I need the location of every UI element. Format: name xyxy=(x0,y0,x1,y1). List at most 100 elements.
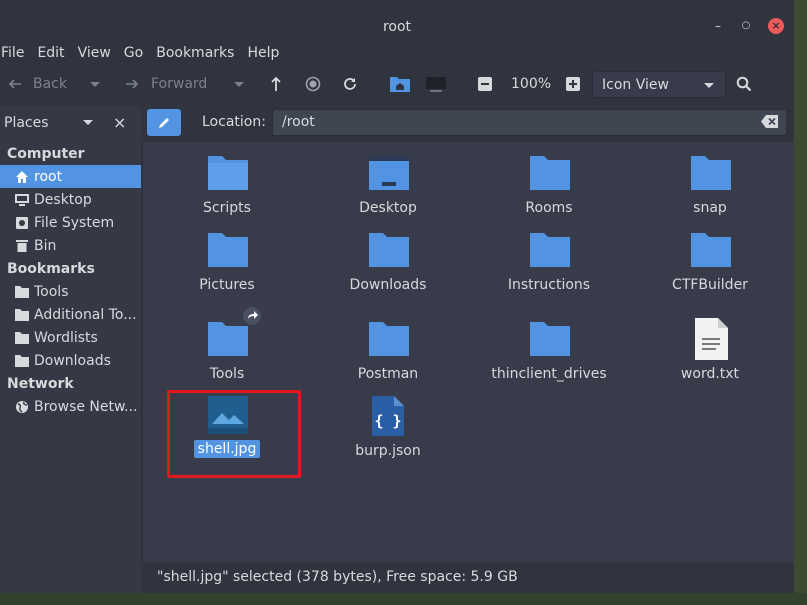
folder-icon xyxy=(691,156,731,190)
back-button[interactable]: Back xyxy=(8,66,67,102)
file-item-scripts[interactable]: Scripts xyxy=(147,152,307,222)
file-label: CTFBuilder xyxy=(672,277,748,293)
arrow-up-icon xyxy=(271,76,281,91)
file-item-pictures[interactable]: Pictures xyxy=(147,229,307,299)
menu-bookmarks[interactable]: Bookmarks xyxy=(155,45,241,61)
svg-text:{ }: { } xyxy=(374,412,401,430)
back-label: Back xyxy=(33,76,67,92)
chevron-down-icon xyxy=(90,81,100,87)
minimize-button[interactable]: – xyxy=(710,18,726,34)
folder-icon xyxy=(14,353,30,369)
section-computer: Computer xyxy=(7,146,85,162)
clear-location-icon[interactable] xyxy=(761,115,778,128)
stop-icon xyxy=(305,76,321,92)
file-item-instructions[interactable]: Instructions xyxy=(469,229,629,299)
view-mode-select[interactable]: Icon View xyxy=(592,71,726,98)
file-label: word.txt xyxy=(680,366,740,382)
folder-icon xyxy=(14,330,30,346)
close-sidebar-icon[interactable]: × xyxy=(113,113,126,132)
file-label: Pictures xyxy=(199,277,255,293)
location-input[interactable]: /root xyxy=(272,109,787,136)
folder-home-icon xyxy=(390,77,410,92)
forward-button[interactable]: Forward xyxy=(125,66,207,102)
view-mode-value: Icon View xyxy=(602,76,669,93)
forward-history-dropdown[interactable] xyxy=(234,66,244,102)
file-label: thinclient_drives xyxy=(491,366,607,382)
zoom-level: 100% xyxy=(511,76,552,92)
arrow-right-icon xyxy=(126,79,139,89)
zoom-out-button[interactable] xyxy=(478,66,492,102)
sidebar-item-label: File System xyxy=(34,214,115,231)
sidebar-item-desktop[interactable]: Desktop xyxy=(0,188,141,211)
trash-icon xyxy=(14,238,30,254)
folder-icon xyxy=(14,307,30,323)
home-location-button[interactable] xyxy=(389,66,411,102)
file-item-tools[interactable]: Tools xyxy=(147,306,307,388)
file-item-rooms[interactable]: Rooms xyxy=(469,152,629,222)
places-dropdown-icon[interactable] xyxy=(83,120,93,125)
sidebar-item-label: Bin xyxy=(34,237,57,254)
file-item-burp-json[interactable]: { } burp.json xyxy=(308,396,468,466)
text-file-icon xyxy=(695,318,728,360)
desktop-folder-icon xyxy=(369,156,409,190)
file-item-ctfbuilder[interactable]: CTFBuilder xyxy=(630,229,790,299)
minus-icon xyxy=(478,77,492,91)
pencil-icon xyxy=(159,117,169,128)
menu-help[interactable]: Help xyxy=(246,45,286,61)
sidebar-item-tools[interactable]: Tools xyxy=(0,280,141,303)
back-history-dropdown[interactable] xyxy=(90,66,100,102)
file-label: Tools xyxy=(209,366,245,382)
titlebar: root – ○ × xyxy=(0,0,794,40)
location-label: Location: xyxy=(202,114,266,130)
monitor-icon xyxy=(426,77,446,92)
file-item-word-txt[interactable]: word.txt xyxy=(630,306,790,388)
computer-location-button[interactable] xyxy=(425,66,447,102)
sidebar-item-downloads[interactable]: Downloads xyxy=(0,349,141,372)
toggle-location-edit-button[interactable] xyxy=(147,109,181,136)
file-label: Rooms xyxy=(525,200,573,216)
zoom-in-button[interactable] xyxy=(566,66,580,102)
maximize-button[interactable]: ○ xyxy=(738,18,754,34)
close-window-button[interactable]: × xyxy=(768,18,784,34)
folder-icon xyxy=(14,284,30,300)
menu-go[interactable]: Go xyxy=(123,45,150,61)
file-label: Scripts xyxy=(203,200,251,216)
toolbar: Back Forward 100% Icon View xyxy=(0,66,794,102)
plus-icon xyxy=(566,77,580,91)
menu-file[interactable]: File xyxy=(0,45,31,61)
stop-button[interactable] xyxy=(305,66,321,102)
file-item-postman[interactable]: Postman xyxy=(308,306,468,388)
up-button[interactable] xyxy=(269,66,283,102)
sidebar-item-file-system[interactable]: File System xyxy=(0,211,141,234)
desktop-background-bottom xyxy=(0,593,807,605)
arrow-left-icon xyxy=(8,79,21,89)
menu-view[interactable]: View xyxy=(77,45,118,61)
sidebar-item-bin[interactable]: Bin xyxy=(0,234,141,257)
sidebar-item-browse-network[interactable]: Browse Netw... xyxy=(0,395,141,418)
desktop-background-right xyxy=(794,0,807,605)
sidebar-item-root[interactable]: root xyxy=(0,165,141,188)
sidebar-item-additional-tools[interactable]: Additional To... xyxy=(0,303,141,326)
window-title: root xyxy=(382,19,412,35)
status-bar: "shell.jpg" selected (378 bytes), Free s… xyxy=(143,563,794,593)
sidebar-item-label: Downloads xyxy=(34,352,111,369)
desktop-icon xyxy=(14,192,30,208)
sidebar-item-label: Wordlists xyxy=(34,329,98,346)
menu-edit[interactable]: Edit xyxy=(36,45,71,61)
sidebar-item-label: Desktop xyxy=(34,191,92,208)
section-network: Network xyxy=(7,376,74,392)
drive-icon xyxy=(14,215,30,231)
file-item-downloads[interactable]: Downloads xyxy=(308,229,468,299)
search-icon xyxy=(736,76,752,92)
menubar: File Edit View Go Bookmarks Help xyxy=(0,40,794,66)
folder-icon xyxy=(530,322,570,356)
sidebar-item-wordlists[interactable]: Wordlists xyxy=(0,326,141,349)
file-label: Instructions xyxy=(507,277,591,293)
file-item-thinclient-drives[interactable]: thinclient_drives xyxy=(469,306,629,388)
file-manager-window: root – ○ × File Edit View Go Bookmarks H… xyxy=(0,0,794,593)
reload-button[interactable] xyxy=(342,66,358,102)
file-label: Downloads xyxy=(349,277,427,293)
search-button[interactable] xyxy=(736,66,752,102)
file-item-snap[interactable]: snap xyxy=(630,152,790,222)
file-item-desktop[interactable]: Desktop xyxy=(308,152,468,222)
